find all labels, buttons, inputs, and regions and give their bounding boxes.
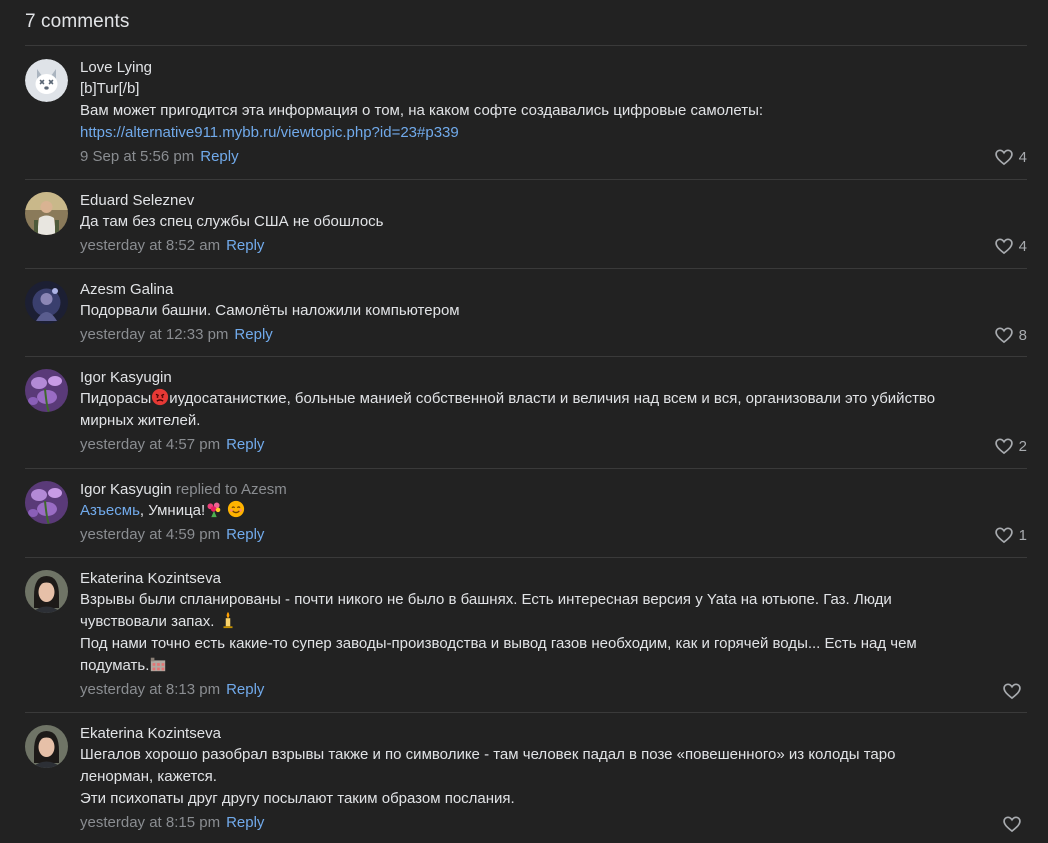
comment-timestamp[interactable]: yesterday at 4:59 pm — [80, 526, 220, 543]
photo-avatar-woman-icon — [25, 725, 68, 768]
avatar[interactable] — [25, 725, 68, 768]
like-button[interactable]: 1 — [994, 524, 1027, 546]
comment-divider — [25, 712, 1027, 713]
reply-button[interactable]: Reply — [226, 237, 264, 254]
like-button[interactable]: 2 — [994, 435, 1027, 457]
comment-text-line: подумать. — [80, 655, 1027, 677]
like-count: 2 — [1018, 437, 1027, 455]
comments-count-title: 7 comments — [25, 11, 130, 32]
factory-emoji-icon — [151, 657, 166, 672]
comment-item: Azesm Galina Подорвали башни. Самолёты н… — [25, 280, 1027, 356]
mention-link[interactable]: Азъесмь — [80, 502, 140, 519]
comment-author[interactable]: Eduard Seleznev — [80, 191, 1027, 211]
photo-avatar-man-icon — [25, 192, 68, 235]
heart-icon — [994, 527, 1013, 544]
comment-item: Eduard Seleznev Да там без спец службы С… — [25, 191, 1027, 267]
comment-divider — [25, 268, 1027, 269]
avatar[interactable] — [25, 481, 68, 524]
reply-button[interactable]: Reply — [226, 681, 264, 698]
header-divider — [25, 45, 1027, 46]
comment-text-line: мирных жителей. — [80, 412, 201, 429]
bouquet-emoji-icon — [207, 502, 221, 518]
reply-button[interactable]: Reply — [226, 814, 264, 831]
comment-divider — [25, 557, 1027, 558]
comment-text-line: Эти психопаты друг другу посылают таким … — [80, 790, 515, 807]
photo-avatar-purple-icon — [25, 369, 68, 412]
candle-emoji-icon — [223, 611, 233, 629]
comment-text-line: Подорвали башни. Самолёты наложили компь… — [80, 302, 460, 319]
default-dog-avatar-icon — [25, 59, 68, 102]
comment-item: Ekaterina Kozintseva Взрывы были спланир… — [25, 569, 1027, 712]
photo-avatar-dark-icon — [25, 281, 68, 324]
comment-text-line: Взрывы были спланированы - почти никого … — [80, 591, 892, 608]
comment-author[interactable]: Igor Kasyugin — [80, 481, 172, 498]
reply-button[interactable]: Reply — [234, 326, 272, 343]
like-button[interactable] — [1002, 813, 1027, 835]
comment-text-segment: , Умница! — [139, 502, 206, 519]
comment-text-segment: чувствовали запах. — [80, 613, 215, 630]
comment-item: Ekaterina Kozintseva Шегалов хорошо разо… — [25, 724, 1027, 843]
comment-timestamp[interactable]: yesterday at 8:13 pm — [80, 681, 220, 698]
heart-icon — [994, 238, 1013, 255]
heart-icon — [1003, 816, 1021, 833]
comment-item: Igor Kasyugin Пидорасы иудосатанисткие, б… — [25, 368, 1027, 468]
comment-timestamp[interactable]: yesterday at 4:57 pm — [80, 436, 220, 453]
like-count: 8 — [1018, 326, 1027, 344]
comment-timestamp[interactable]: yesterday at 8:52 am — [80, 237, 220, 254]
reply-button[interactable]: Reply — [200, 148, 238, 165]
comment-text-segment: иудосатанисткие, больные манией собствен… — [169, 390, 936, 407]
like-button[interactable] — [1002, 680, 1027, 702]
angry-face-emoji-icon — [152, 388, 169, 406]
comments-panel: 7 comments Love Lying [b]Tur[/b] Вам мож… — [0, 0, 1048, 843]
reply-button[interactable]: Reply — [226, 436, 264, 453]
like-count: 1 — [1018, 526, 1027, 544]
comment-author-line: Igor Kasyugin replied to Azesm — [80, 480, 1027, 500]
heart-icon — [1003, 683, 1021, 700]
comment-text-line: Шегалов хорошо разобрал взрывы также и п… — [80, 746, 896, 763]
comment-text-line: Вам может пригодится эта информация о то… — [80, 102, 764, 119]
comment-text-segment: Пидорасы — [80, 390, 152, 407]
like-count: 4 — [1018, 237, 1027, 255]
smiling-face-emoji-icon — [228, 500, 245, 518]
comment-author[interactable]: Ekaterina Kozintseva — [80, 724, 1027, 744]
avatar[interactable] — [25, 369, 68, 412]
like-count: 4 — [1018, 148, 1027, 166]
heart-icon — [994, 327, 1013, 344]
comment-text-line: Пидорасы иудосатанисткие, больные манией … — [80, 388, 1027, 410]
comment-text-segment: подумать. — [80, 657, 150, 674]
avatar[interactable] — [25, 570, 68, 613]
photo-avatar-purple-icon — [25, 481, 68, 524]
heart-icon — [994, 149, 1013, 166]
comment-text-line: чувствовали запах. — [80, 611, 1027, 633]
photo-avatar-woman-icon — [25, 570, 68, 613]
comment-item: Love Lying [b]Tur[/b] Вам может пригодит… — [25, 58, 1027, 178]
avatar[interactable] — [25, 192, 68, 235]
avatar[interactable] — [25, 281, 68, 324]
comment-text-line: Под нами точно есть какие-то супер завод… — [80, 635, 917, 652]
comment-text-line: [b]Tur[/b] — [80, 80, 140, 97]
comment-text-line: ленорман, кажется. — [80, 768, 217, 785]
avatar[interactable] — [25, 59, 68, 102]
comment-timestamp[interactable]: yesterday at 12:33 pm — [80, 326, 228, 343]
replied-to-label[interactable]: replied to Azesm — [176, 481, 287, 498]
comment-author[interactable]: Love Lying — [80, 58, 1027, 78]
comment-divider — [25, 179, 1027, 180]
comment-link[interactable]: https://alternative911.mybb.ru/viewtopic… — [80, 122, 1027, 144]
comment-text-line: Да там без спец службы США не обошлось — [80, 213, 384, 230]
comment-timestamp[interactable]: yesterday at 8:15 pm — [80, 814, 220, 831]
reply-button[interactable]: Reply — [226, 526, 264, 543]
comment-author[interactable]: Ekaterina Kozintseva — [80, 569, 1027, 589]
comment-divider — [25, 468, 1027, 469]
comment-author[interactable]: Azesm Galina — [80, 280, 1027, 300]
comment-text-line: Азъесмь, Умница! — [80, 500, 1027, 522]
like-button[interactable]: 4 — [994, 146, 1027, 168]
comment-divider — [25, 356, 1027, 357]
like-button[interactable]: 4 — [994, 235, 1027, 257]
heart-icon — [994, 438, 1013, 455]
comment-timestamp[interactable]: 9 Sep at 5:56 pm — [80, 148, 194, 165]
like-button[interactable]: 8 — [994, 324, 1027, 346]
comment-author[interactable]: Igor Kasyugin — [80, 368, 1027, 388]
comment-item: Igor Kasyugin replied to Azesm Азъесмь, … — [25, 480, 1027, 556]
